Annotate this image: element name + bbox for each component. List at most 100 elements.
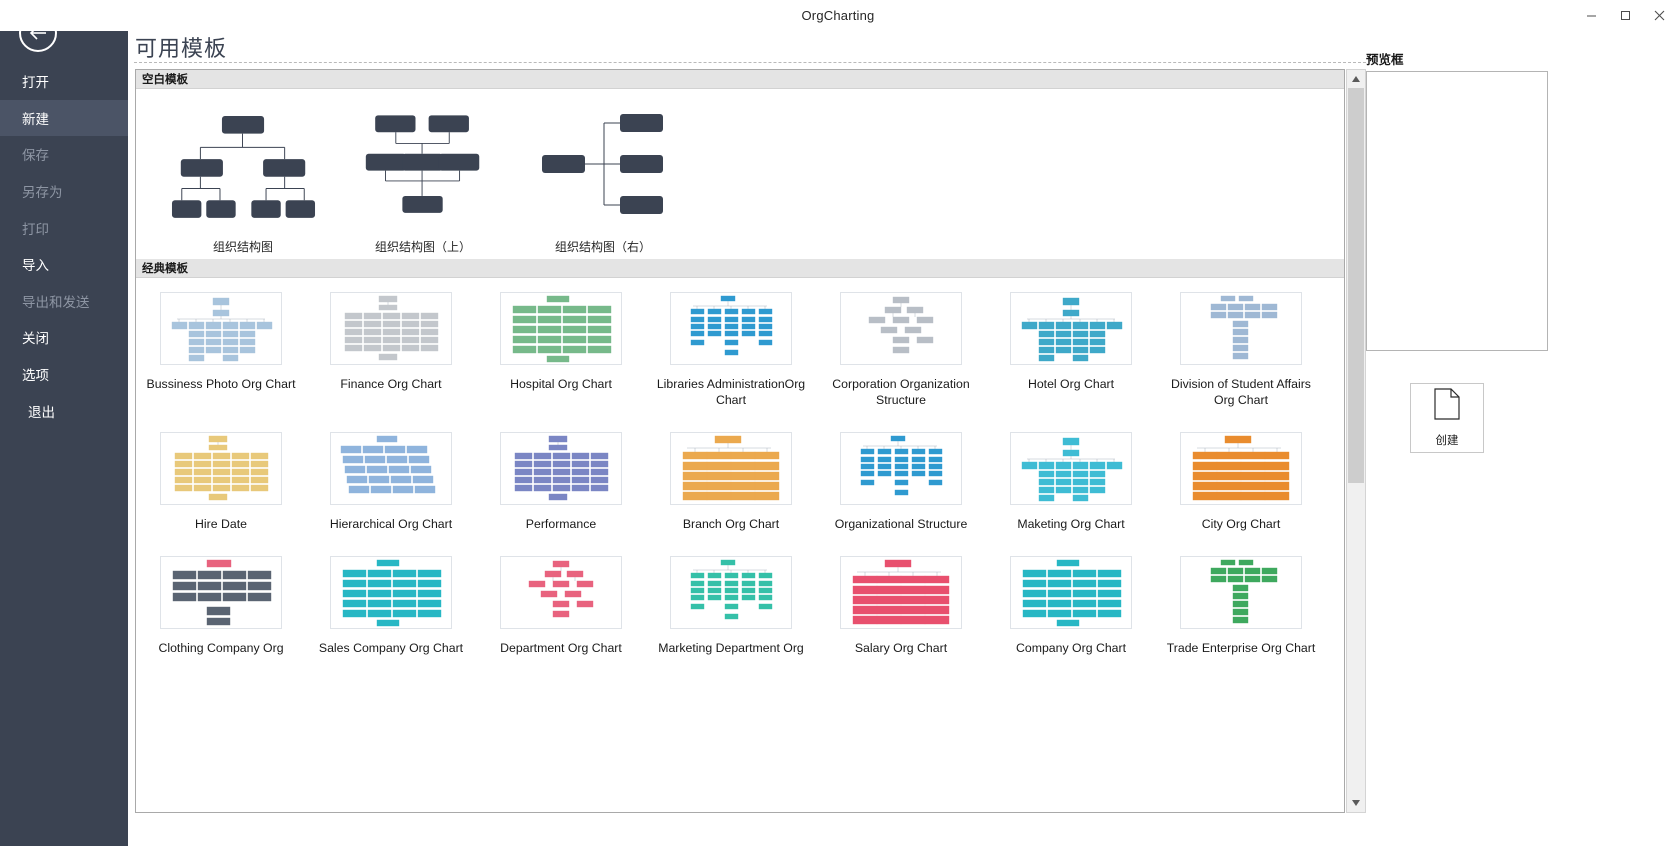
classic-template-label: Hire Date xyxy=(195,517,247,531)
template-thumbnail xyxy=(1010,556,1132,629)
classic-template-card[interactable]: City Org Chart xyxy=(1156,432,1326,532)
document-page-icon xyxy=(1434,388,1460,425)
template-thumbnail xyxy=(160,292,282,365)
classic-template-card[interactable]: Organizational Structure xyxy=(816,432,986,532)
classic-template-label: Libraries AdministrationOrg Chart xyxy=(656,377,806,407)
classic-template-card[interactable]: Maketing Org Chart xyxy=(986,432,1156,532)
classic-templates-header: 经典模板 xyxy=(136,259,1344,278)
sidebar-item-0[interactable]: 打开 xyxy=(0,63,128,100)
template-thumbnail xyxy=(160,432,282,505)
close-button[interactable] xyxy=(1642,0,1676,31)
classic-template-label: Performance xyxy=(525,517,597,531)
template-thumbnail xyxy=(1010,432,1132,505)
classic-templates-grid: Bussiness Photo Org Chart Finance Org Cha… xyxy=(136,278,1344,680)
classic-template-card[interactable]: Division of Student Affairs Org Chart xyxy=(1156,292,1326,408)
classic-template-card[interactable]: Bussiness Photo Org Chart xyxy=(136,292,306,408)
blank-template-card[interactable]: 组织结构图（右） xyxy=(518,107,688,259)
template-thumbnail xyxy=(1180,432,1302,505)
classic-template-card[interactable]: Department Org Chart xyxy=(476,556,646,656)
classic-template-card[interactable]: Sales Company Org Chart xyxy=(306,556,476,656)
template-thumbnail xyxy=(670,556,792,629)
sidebar-item-9[interactable]: 退出 xyxy=(0,392,128,429)
template-thumbnail xyxy=(500,292,622,365)
classic-template-card[interactable]: Branch Org Chart xyxy=(646,432,816,532)
blank-template-card[interactable]: 组织结构图 xyxy=(158,107,328,259)
title-bar: OrgCharting xyxy=(0,0,1676,31)
sidebar-item-label: 打印 xyxy=(22,221,49,237)
sidebar-item-label: 选项 xyxy=(22,368,49,384)
template-thumbnail xyxy=(670,432,792,505)
blank-template-card[interactable]: 组织结构图（上） xyxy=(338,107,508,259)
classic-template-label: Branch Org Chart xyxy=(682,517,780,531)
sidebar-item-label: 关闭 xyxy=(22,331,49,347)
classic-template-label: Hospital Org Chart xyxy=(510,377,612,391)
sidebar-item-5[interactable]: 导入 xyxy=(0,246,128,283)
classic-template-label: Salary Org Chart xyxy=(854,641,948,655)
sidebar-nav: 打开新建保存另存为打印导入导出和发送关闭选项退出 xyxy=(0,63,128,429)
classic-template-label: Department Org Chart xyxy=(500,641,622,655)
blank-template-label: 组织结构图（右） xyxy=(554,240,651,254)
template-thumbnail xyxy=(1010,292,1132,365)
template-thumbnail xyxy=(1180,556,1302,629)
maximize-button[interactable] xyxy=(1608,0,1642,31)
sidebar-item-2[interactable]: 保存 xyxy=(0,136,128,173)
template-thumbnail xyxy=(500,556,622,629)
template-thumbnail xyxy=(670,292,792,365)
sidebar-item-label: 保存 xyxy=(22,148,49,164)
create-button[interactable]: 创建 xyxy=(1410,383,1484,453)
classic-template-label: Finance Org Chart xyxy=(340,377,442,391)
sidebar-item-label: 导出和发送 xyxy=(22,294,90,310)
template-thumbnail xyxy=(500,432,622,505)
classic-template-card[interactable]: Finance Org Chart xyxy=(306,292,476,408)
sidebar-item-8[interactable]: 选项 xyxy=(0,356,128,393)
classic-template-card[interactable]: Hospital Org Chart xyxy=(476,292,646,408)
classic-template-card[interactable]: Corporation Organization Structure xyxy=(816,292,986,408)
sidebar-item-label: 新建 xyxy=(22,111,49,127)
sidebar-item-1[interactable]: 新建 xyxy=(0,99,128,137)
preview-box[interactable] xyxy=(1366,71,1548,351)
sidebar-item-label: 另存为 xyxy=(22,185,63,201)
template-thumbnail xyxy=(330,432,452,505)
classic-template-label: Division of Student Affairs Org Chart xyxy=(1171,377,1311,407)
minimize-button[interactable] xyxy=(1574,0,1608,31)
sidebar-item-4[interactable]: 打印 xyxy=(0,209,128,246)
preview-panel-label: 预览框 xyxy=(1366,53,1404,67)
create-button-label: 创建 xyxy=(1435,435,1459,447)
classic-template-card[interactable]: Clothing Company Org xyxy=(136,556,306,656)
templates-pane: 空白模板 组织结构图 组织结构图（上） 组织结构图（右） 经典模板 Bussines… xyxy=(135,69,1345,813)
scroll-down-arrow-icon[interactable] xyxy=(1347,794,1365,812)
classic-template-label: Maketing Org Chart xyxy=(1017,517,1125,531)
blank-template-label: 组织结构图（上） xyxy=(374,240,471,254)
classic-template-label: Bussiness Photo Org Chart xyxy=(146,377,296,391)
classic-template-card[interactable]: Hierarchical Org Chart xyxy=(306,432,476,532)
scroll-up-arrow-icon[interactable] xyxy=(1347,70,1365,88)
classic-template-card[interactable]: Performance xyxy=(476,432,646,532)
classic-template-label: City Org Chart xyxy=(1201,517,1281,531)
org-chart-diagram-icon xyxy=(542,107,664,222)
classic-template-card[interactable]: Hotel Org Chart xyxy=(986,292,1156,408)
sidebar-item-label: 打开 xyxy=(22,75,49,91)
template-thumbnail xyxy=(1180,292,1302,365)
template-thumbnail xyxy=(840,432,962,505)
sidebar-item-3[interactable]: 另存为 xyxy=(0,173,128,210)
classic-template-card[interactable]: Company Org Chart xyxy=(986,556,1156,656)
templates-scrollbar[interactable] xyxy=(1346,69,1366,813)
scrollbar-thumb[interactable] xyxy=(1348,88,1364,483)
classic-template-label: Trade Enterprise Org Chart xyxy=(1166,641,1316,655)
classic-template-card[interactable]: Hire Date xyxy=(136,432,306,532)
classic-template-card[interactable]: Libraries AdministrationOrg Chart xyxy=(646,292,816,408)
sidebar-item-7[interactable]: 关闭 xyxy=(0,319,128,356)
sidebar-item-6[interactable]: 导出和发送 xyxy=(0,283,128,320)
blank-templates-row: 组织结构图 组织结构图（上） 组织结构图（右） xyxy=(136,89,1344,259)
classic-template-card[interactable]: Marketing Department Org xyxy=(646,556,816,656)
blank-templates-header: 空白模板 xyxy=(136,70,1344,89)
org-chart-diagram-icon xyxy=(363,107,483,222)
template-thumbnail xyxy=(840,556,962,629)
template-thumbnail xyxy=(330,292,452,365)
classic-template-card[interactable]: Salary Org Chart xyxy=(816,556,986,656)
window-title: OrgCharting xyxy=(801,8,875,23)
classic-template-card[interactable]: Trade Enterprise Org Chart xyxy=(1156,556,1326,656)
page-title: 可用模板 xyxy=(135,36,228,61)
classic-template-label: Hotel Org Chart xyxy=(1027,377,1115,391)
blank-template-label: 组织结构图 xyxy=(212,240,273,254)
